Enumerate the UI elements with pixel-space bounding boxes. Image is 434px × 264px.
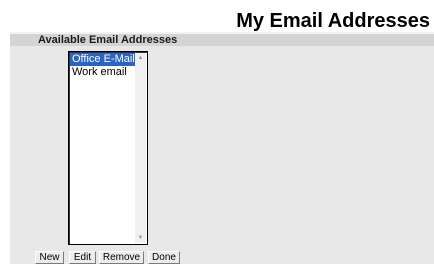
list-item[interactable]: Office E-Mail	[70, 53, 136, 66]
done-button[interactable]: Done	[148, 251, 180, 264]
section-header: Available Email Addresses	[10, 34, 434, 46]
new-button[interactable]: New	[35, 251, 64, 264]
page-title: My Email Addresses	[236, 10, 430, 32]
listbox-scrollbar[interactable]: ▲ ▼	[135, 53, 146, 243]
scroll-down-icon[interactable]: ▼	[135, 233, 146, 243]
scroll-up-icon[interactable]: ▲	[135, 53, 146, 63]
email-listbox[interactable]: Office E-Mail Work email ▲ ▼	[68, 51, 148, 245]
list-item[interactable]: Work email	[70, 66, 136, 79]
remove-button[interactable]: Remove	[99, 251, 144, 264]
button-bar: New Edit Remove Done	[10, 246, 434, 264]
email-list-panel: Office E-Mail Work email ▲ ▼	[10, 46, 434, 246]
edit-button[interactable]: Edit	[69, 251, 96, 264]
